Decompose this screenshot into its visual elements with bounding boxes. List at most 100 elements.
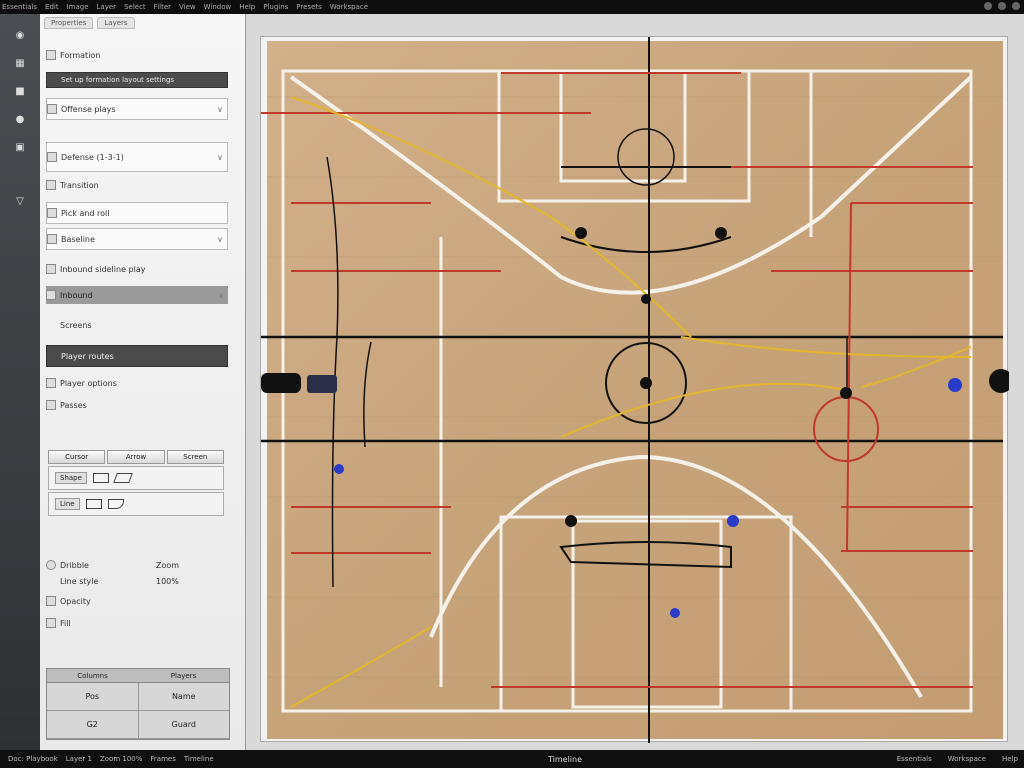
screen-marker	[261, 373, 301, 393]
player-marker	[640, 377, 652, 389]
list-item-selected[interactable]: Inbound ∨	[46, 286, 228, 304]
chevron-down-icon[interactable]: ∨	[218, 291, 224, 300]
play-icon	[47, 152, 57, 162]
shape-picker: Shape	[48, 466, 224, 490]
list-item[interactable]: Transition	[46, 174, 228, 196]
player-marker	[840, 387, 852, 399]
menu-item[interactable]: Select	[124, 3, 146, 11]
list-item-label: Inbound sideline play	[60, 264, 146, 274]
property-value[interactable]: 100%	[156, 577, 179, 586]
player-marker	[727, 515, 739, 527]
rectangle-shape-icon[interactable]	[92, 473, 109, 483]
status-item: Layer 1	[65, 755, 92, 763]
funnel-icon[interactable]: ▽	[13, 194, 27, 208]
court-frame	[260, 36, 1009, 743]
list-item-label: Defense (1-3-1)	[61, 152, 124, 162]
player-marker	[575, 227, 587, 239]
screen-tool-icon[interactable]: ▣	[13, 140, 27, 154]
status-item: Frames	[150, 755, 176, 763]
cursor-button[interactable]: Cursor	[48, 450, 106, 464]
basketball-court-diagram[interactable]	[261, 37, 1009, 743]
menu-item[interactable]: Window	[204, 3, 232, 11]
chevron-down-icon[interactable]: ∨	[217, 105, 223, 114]
property-label: Opacity	[60, 596, 91, 606]
panel-tabs: Properties Layers	[40, 14, 245, 32]
list-item[interactable]: Defense (1-3-1) ∨	[46, 142, 228, 172]
tab-properties[interactable]: Properties	[44, 17, 94, 29]
table-row[interactable]: Pos Name	[47, 683, 229, 711]
list-item[interactable]: Screens	[46, 314, 228, 336]
list-item-label: Pick and roll	[61, 208, 110, 218]
window-controls	[984, 2, 1020, 10]
status-right: Essentials Workspace Help	[889, 755, 1018, 763]
player-marker	[670, 608, 680, 618]
player-icon	[46, 378, 56, 388]
list-item-label: Set up formation layout settings	[61, 76, 175, 84]
property-row: Line style 100%	[46, 570, 228, 592]
arrow-button[interactable]: Arrow	[107, 450, 165, 464]
list-item[interactable]: Player options	[46, 372, 228, 394]
menu-item[interactable]: Plugins	[263, 3, 288, 11]
minimize-icon[interactable]	[984, 2, 992, 10]
canvas-area	[246, 14, 1024, 750]
status-item[interactable]: Help	[1002, 755, 1018, 763]
status-item[interactable]: Zoom 100%	[100, 755, 142, 763]
move-tool-icon[interactable]: ◉	[13, 28, 27, 42]
status-item[interactable]: Workspace	[948, 755, 986, 763]
column-header[interactable]: Players	[138, 672, 229, 680]
list-item-label: Baseline	[61, 234, 95, 244]
screen-button[interactable]: Screen	[166, 450, 224, 464]
list-item[interactable]: Inbound sideline play	[46, 258, 228, 280]
property-value[interactable]: Zoom	[156, 561, 179, 570]
menu-item[interactable]: View	[179, 3, 196, 11]
table-header: Columns Players	[47, 669, 229, 683]
property-label: Dribble	[60, 560, 89, 570]
play-icon	[46, 290, 56, 300]
list-item-active[interactable]: Player routes	[46, 345, 228, 367]
close-icon[interactable]	[1012, 2, 1020, 10]
rectangle-shape-icon[interactable]	[85, 499, 102, 509]
layers-tool-icon[interactable]: ▦	[13, 56, 27, 70]
maximize-icon[interactable]	[998, 2, 1006, 10]
player-tool-icon[interactable]: ●	[13, 112, 27, 126]
menu-item[interactable]: Help	[239, 3, 255, 11]
status-item: Doc: Playbook	[8, 755, 58, 763]
chevron-down-icon[interactable]: ∨	[217, 153, 223, 162]
list-item[interactable]: Set up formation layout settings	[46, 72, 228, 88]
list-item-label: Passes	[60, 400, 87, 410]
play-icon	[46, 264, 56, 274]
menu-item[interactable]: Essentials	[2, 3, 37, 11]
tab-layers[interactable]: Layers	[97, 17, 135, 29]
menu-item[interactable]: Workspace	[330, 3, 368, 11]
list-item[interactable]: Baseline ∨	[46, 228, 228, 250]
menu-item[interactable]: Presets	[296, 3, 321, 11]
timeline-label[interactable]: Timeline	[548, 755, 582, 764]
pass-icon	[46, 400, 56, 410]
table-row[interactable]: G2 Guard	[47, 711, 229, 739]
chevron-down-icon[interactable]: ∨	[217, 235, 223, 244]
play-icon	[47, 208, 57, 218]
parallelogram-shape-icon[interactable]	[113, 473, 133, 483]
play-icon	[47, 234, 57, 244]
list-item-label: Inbound	[60, 290, 93, 300]
menu-item[interactable]: Image	[67, 3, 89, 11]
status-item[interactable]: Essentials	[897, 755, 932, 763]
list-item[interactable]: Offense plays ∨	[46, 98, 228, 120]
brush-tool-icon[interactable]: ■	[13, 84, 27, 98]
screen-marker-handle	[307, 375, 337, 393]
menu-item[interactable]: Filter	[154, 3, 171, 11]
line-picker: Line	[48, 492, 224, 516]
list-item-label: Player options	[60, 378, 117, 388]
players-table: Columns Players Pos Name G2 Guard	[46, 668, 230, 740]
property-row: Opacity	[46, 590, 228, 612]
curve-shape-icon[interactable]	[107, 499, 124, 509]
line-chip[interactable]: Line	[55, 498, 80, 510]
list-item[interactable]: Passes	[46, 394, 228, 416]
list-item[interactable]: Pick and roll	[46, 202, 228, 224]
column-header[interactable]: Columns	[47, 672, 138, 680]
list-item-label: Screens	[60, 320, 92, 330]
menu-item[interactable]: Layer	[97, 3, 117, 11]
shape-chip[interactable]: Shape	[55, 472, 87, 484]
player-marker	[334, 464, 344, 474]
menu-item[interactable]: Edit	[45, 3, 59, 11]
